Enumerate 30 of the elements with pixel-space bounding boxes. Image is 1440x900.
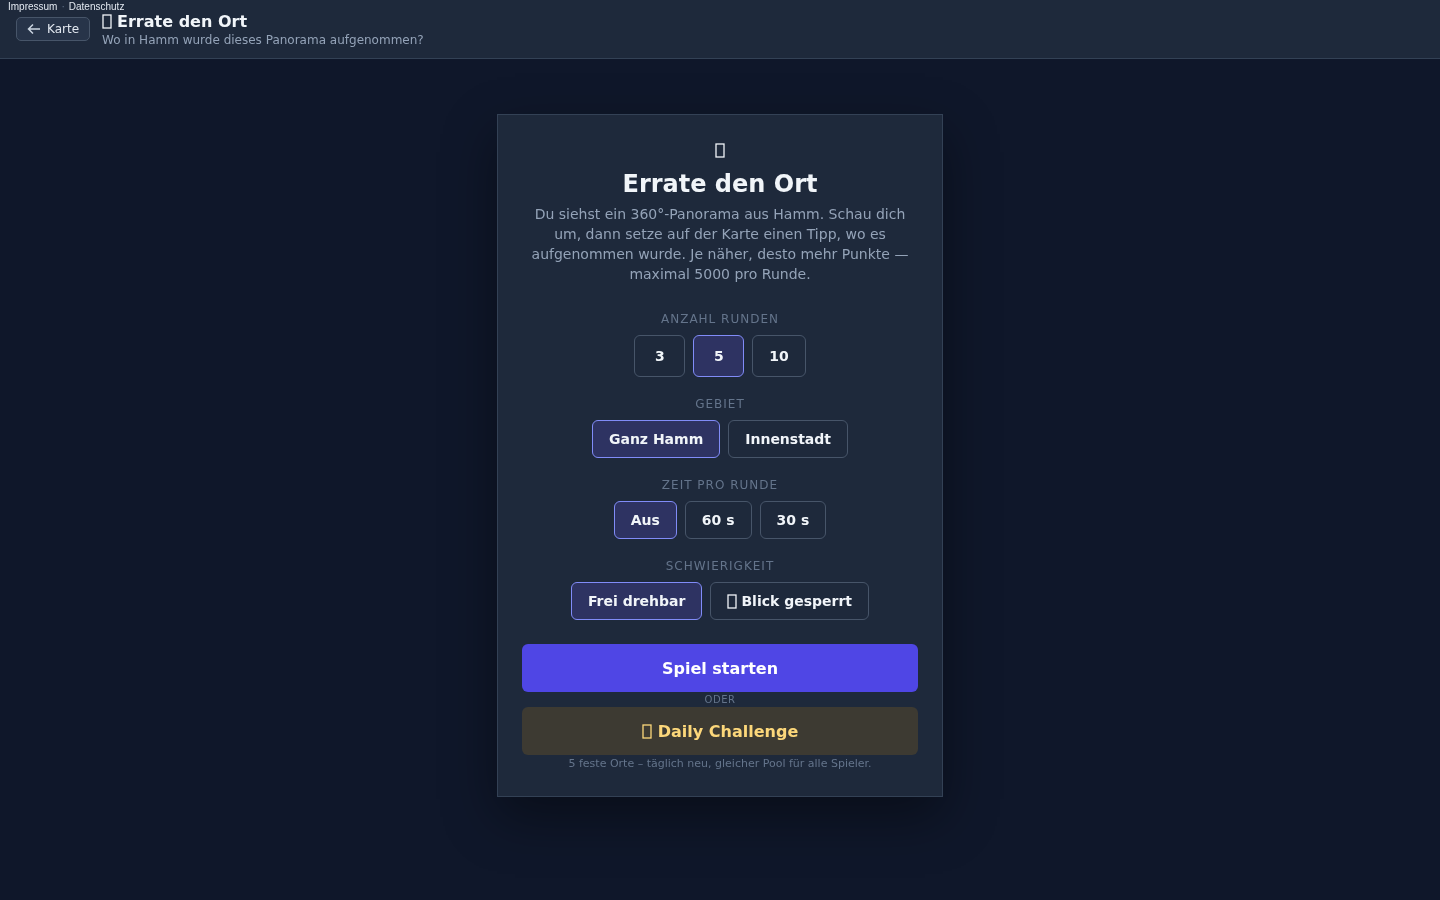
missing-glyph-icon [102, 14, 113, 29]
option-button[interactable]: 30 s [759, 501, 827, 539]
option-button[interactable]: Innenstadt [728, 420, 849, 458]
option-group-label: GEBIET [695, 397, 745, 411]
arrow-left-icon [27, 23, 41, 35]
option-button[interactable]: Ganz Hamm [591, 420, 721, 458]
missing-glyph-icon [715, 143, 725, 158]
option-button[interactable]: Blick gesperrt [710, 582, 870, 620]
page-subtitle: Wo in Hamm wurde dieses Panorama aufgenommen? [102, 33, 424, 47]
daily-challenge-button[interactable]: Daily Challenge [522, 707, 918, 755]
footer-link[interactable]: Impressum [8, 0, 58, 14]
page-title: Errate den Ort [117, 12, 248, 31]
card-title: Errate den Ort [622, 170, 818, 198]
back-button[interactable]: Karte [16, 17, 91, 41]
option-button[interactable]: Aus [613, 501, 677, 539]
description-text: Du siehst ein 360°-Panorama aus Hamm. Schau dich um, dann setze auf der Karte einen Tipp, wo es aufgenommen wurde. Je näher, desto mehr Punkte — maximal 5000 pro Runde. [530, 205, 910, 284]
option-group-label: SCHWIERIGKEIT [665, 559, 775, 573]
separator-dot: · [61, 0, 65, 14]
option-button[interactable]: 60 s [684, 501, 752, 539]
footer-link[interactable]: Datenschutz [68, 0, 125, 14]
option-group-label: ANZAHL RUNDEN [660, 312, 779, 326]
divider-text: ODER [704, 694, 736, 705]
option-button[interactable]: Frei drehbar [570, 582, 703, 620]
option-group-label: ZEIT PRO RUNDE [661, 478, 779, 492]
start-button[interactable]: Spiel starten [522, 644, 918, 692]
option-button[interactable]: 5 [693, 335, 745, 377]
option-button[interactable]: 10 [752, 335, 806, 377]
option-button[interactable]: 3 [634, 335, 686, 377]
daily-note: 5 feste Orte – täglich neu, gleicher Pool für alle Spieler. [568, 757, 872, 770]
missing-glyph-icon [641, 723, 652, 739]
